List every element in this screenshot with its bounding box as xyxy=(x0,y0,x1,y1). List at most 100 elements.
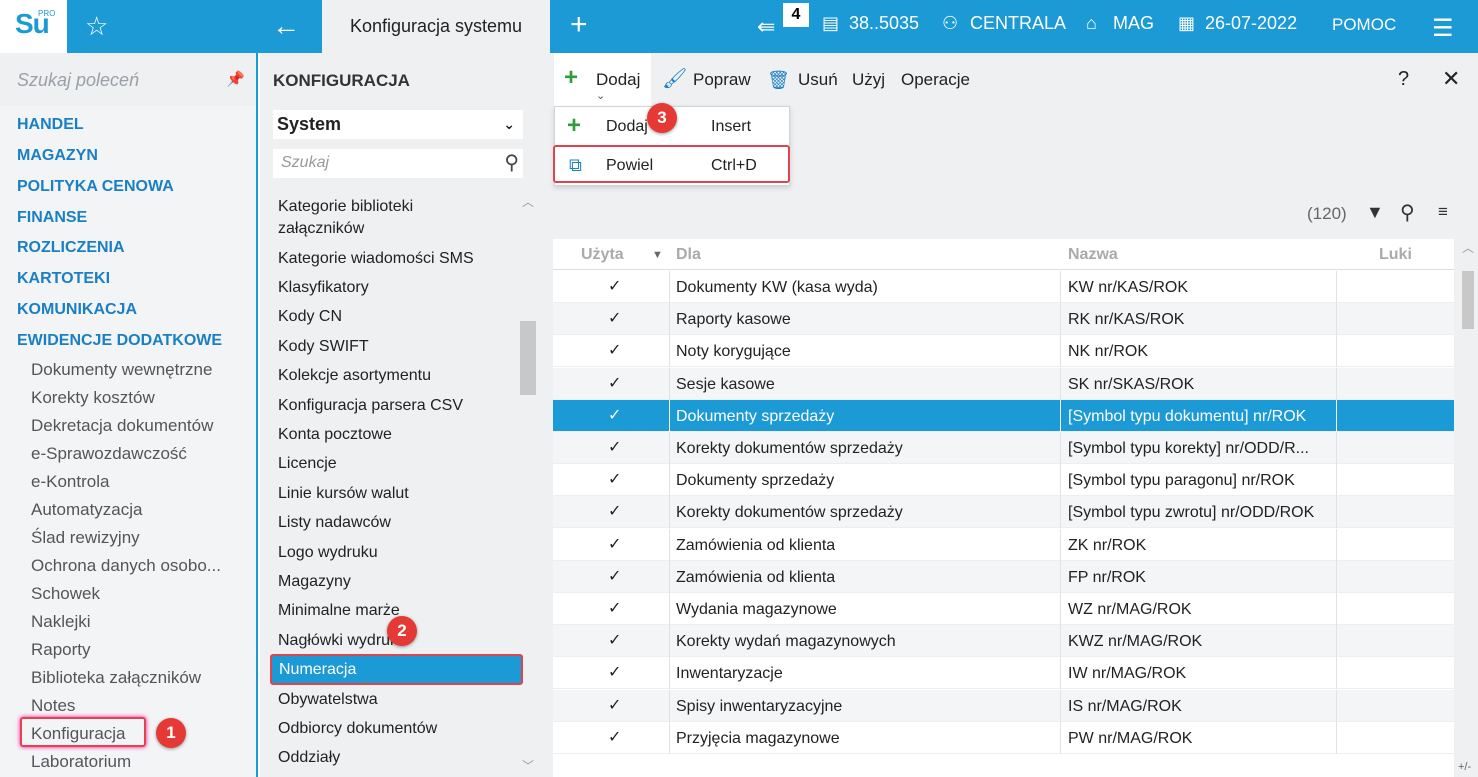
category-select[interactable]: System ⌄ xyxy=(273,110,523,139)
panel-search-input[interactable]: Szukaj ⚲ xyxy=(273,149,523,178)
used-check-icon[interactable]: ✓ xyxy=(608,373,621,393)
table-row[interactable]: ✓ Korekty dokumentów sprzedaży [Symbol typ… xyxy=(553,432,1454,464)
scroll-thumb[interactable] xyxy=(1462,271,1474,329)
table-row[interactable]: ✓ Korekty dokumentów sprzedaży [Symbol typ… xyxy=(553,496,1454,529)
zoom-toggle[interactable]: +/- xyxy=(1458,761,1471,773)
table-row[interactable]: ✓ Sesje kasowe SK nr/SKAS/ROK xyxy=(553,367,1454,400)
table-row[interactable]: ✓ Zamówienia od klienta ZK nr/ROK xyxy=(553,528,1454,561)
nav-item[interactable]: Biblioteka załączników xyxy=(31,668,201,688)
tab-konfiguracja-systemu[interactable]: Konfiguracja systemu xyxy=(322,0,550,53)
nav-item[interactable]: Dokumenty wewnętrzne xyxy=(31,360,212,380)
table-row[interactable]: ✓ Wydania magazynowe WZ nr/MAG/ROK xyxy=(553,593,1454,625)
table-row[interactable]: ✓ Zamówienia od klienta FP nr/ROK xyxy=(553,560,1454,593)
help-button[interactable]: ? xyxy=(1398,68,1409,91)
nav-item[interactable]: Laboratorium xyxy=(31,752,131,772)
command-search[interactable]: Szukaj poleceń 📌 xyxy=(0,53,256,106)
nav-section-rozliczenia[interactable]: ROZLICZENIA xyxy=(17,239,125,257)
config-item[interactable]: Obywatelstwa xyxy=(278,691,378,709)
used-check-icon[interactable]: ✓ xyxy=(608,405,621,425)
nav-section-ewidencje-dodatkowe[interactable]: EWIDENCJE DODATKOWE xyxy=(17,332,222,350)
config-item[interactable]: Oddziały xyxy=(278,749,340,767)
config-item-numeracja[interactable]: Numeracja xyxy=(270,654,523,685)
delete-button[interactable]: Usuń xyxy=(798,70,838,90)
config-item[interactable]: Konfiguracja parsera CSV xyxy=(278,397,463,415)
table-row[interactable]: ✓ Dokumenty sprzedaży [Symbol typu dokumen… xyxy=(553,399,1454,432)
filter-icon[interactable]: ▼ xyxy=(1366,202,1384,223)
used-check-icon[interactable]: ✓ xyxy=(608,534,621,554)
nav-item[interactable]: Naklejki xyxy=(31,612,91,632)
config-item[interactable]: Magazyny xyxy=(278,573,351,591)
config-item[interactable]: Kategorie biblioteki xyxy=(278,198,413,216)
column-header-uzyta[interactable]: Użyta xyxy=(581,246,624,264)
nav-item[interactable]: Korekty kosztów xyxy=(31,388,155,408)
nav-item[interactable]: e-Kontrola xyxy=(31,472,109,492)
back-arrow-icon[interactable]: ← xyxy=(272,10,300,42)
nav-item[interactable]: Raporty xyxy=(31,640,91,660)
operations-button[interactable]: Operacje xyxy=(901,70,970,90)
used-check-icon[interactable]: ✓ xyxy=(608,695,621,715)
nav-item[interactable]: Ochrona danych osobo... xyxy=(31,556,221,576)
nav-section-magazyn[interactable]: MAGAZYN xyxy=(17,147,98,165)
nav-section-kartoteki[interactable]: KARTOTEKI xyxy=(17,270,110,288)
grid-scrollbar[interactable]: ︿ xyxy=(1459,239,1475,777)
used-check-icon[interactable]: ✓ xyxy=(608,340,621,360)
new-tab-plus-icon[interactable]: + xyxy=(570,8,588,42)
column-header-luki[interactable]: Luki xyxy=(1379,246,1412,264)
table-row[interactable]: ✓ Przyjęcia magazynowe PW nr/MAG/ROK xyxy=(553,721,1454,754)
used-check-icon[interactable]: ✓ xyxy=(608,630,621,650)
nav-item-konfiguracja[interactable]: Konfiguracja xyxy=(31,724,126,744)
config-item[interactable]: Klasyfikatory xyxy=(278,279,369,297)
notifications-icon[interactable]: ⇚ xyxy=(757,14,775,40)
nav-section-finanse[interactable]: FINANSE xyxy=(17,209,87,227)
menu-icon[interactable]: ≡ xyxy=(1438,202,1448,222)
used-check-icon[interactable]: ✓ xyxy=(608,437,621,457)
working-date[interactable]: 26-07-2022 xyxy=(1205,13,1297,34)
close-button[interactable]: ✕ xyxy=(1442,66,1460,92)
sort-desc-icon[interactable]: ▼ xyxy=(652,249,663,261)
config-item[interactable]: Kody CN xyxy=(278,308,342,326)
config-item[interactable]: Kody SWIFT xyxy=(278,338,369,356)
add-button[interactable]: + Dodaj ⌄ xyxy=(554,53,651,106)
edit-button[interactable]: Popraw xyxy=(693,70,751,90)
app-logo[interactable]: Su PRO xyxy=(0,0,67,53)
used-check-icon[interactable]: ✓ xyxy=(608,469,621,489)
nav-item[interactable]: Notes xyxy=(31,696,75,716)
scroll-up-icon[interactable]: ︿ xyxy=(522,193,534,210)
warehouse-name[interactable]: MAG xyxy=(1113,13,1154,34)
config-item[interactable]: Konta pocztowe xyxy=(278,426,392,444)
scroll-up-icon[interactable]: ︿ xyxy=(1462,239,1474,256)
config-item[interactable]: Linie kursów walut xyxy=(278,485,409,503)
config-item[interactable]: Listy nadawców xyxy=(278,514,391,532)
panel-scrollbar[interactable] xyxy=(520,321,536,395)
table-row[interactable]: ✓ Spisy inwentaryzacyjne IS nr/MAG/ROK xyxy=(553,689,1454,722)
used-check-icon[interactable]: ✓ xyxy=(608,662,621,682)
config-item[interactable]: Kolekcje asortymentu xyxy=(278,367,431,385)
favorites-star-icon[interactable]: ☆ xyxy=(85,11,108,42)
scroll-down-icon[interactable]: ﹀ xyxy=(522,757,534,774)
help-menu[interactable]: POMOC xyxy=(1332,15,1396,35)
used-check-icon[interactable]: ✓ xyxy=(608,276,621,296)
used-check-icon[interactable]: ✓ xyxy=(608,566,621,586)
nav-section-handel[interactable]: HANDEL xyxy=(17,116,84,134)
column-header-nazwa[interactable]: Nazwa xyxy=(1068,246,1118,264)
table-row[interactable]: ✓ Noty korygujące NK nr/ROK xyxy=(553,335,1454,368)
branch-name[interactable]: CENTRALA xyxy=(970,13,1066,34)
table-row[interactable]: ✓ Raporty kasowe RK nr/KAS/ROK xyxy=(553,303,1454,336)
nav-section-polityka-cenowa[interactable]: POLITYKA CENOWA xyxy=(17,178,174,196)
config-item[interactable]: Minimalne marże xyxy=(278,602,400,620)
config-item[interactable]: Licencje xyxy=(278,455,337,473)
search-icon[interactable]: ⚲ xyxy=(1400,200,1415,225)
table-row[interactable]: ✓ Dokumenty KW (kasa wyda) KW nr/KAS/ROK xyxy=(553,271,1454,303)
config-item[interactable]: załączników xyxy=(278,220,364,238)
nav-item[interactable]: Automatyzacja xyxy=(31,500,143,520)
nav-item[interactable]: Schowek xyxy=(31,584,100,604)
user-id[interactable]: 38..5035 xyxy=(849,13,919,34)
pin-icon[interactable]: 📌 xyxy=(226,70,245,88)
table-row[interactable]: ✓ Korekty wydań magazynowych KWZ nr/MAG/RO… xyxy=(553,625,1454,658)
search-icon[interactable]: ⚲ xyxy=(504,150,519,175)
config-item[interactable]: Logo wydruku xyxy=(278,544,378,562)
used-check-icon[interactable]: ✓ xyxy=(608,501,621,521)
nav-item[interactable]: e-Sprawozdawczość xyxy=(31,444,187,464)
config-item[interactable]: Odbiorcy dokumentów xyxy=(278,720,437,738)
hamburger-menu-icon[interactable]: ☰ xyxy=(1432,14,1454,43)
